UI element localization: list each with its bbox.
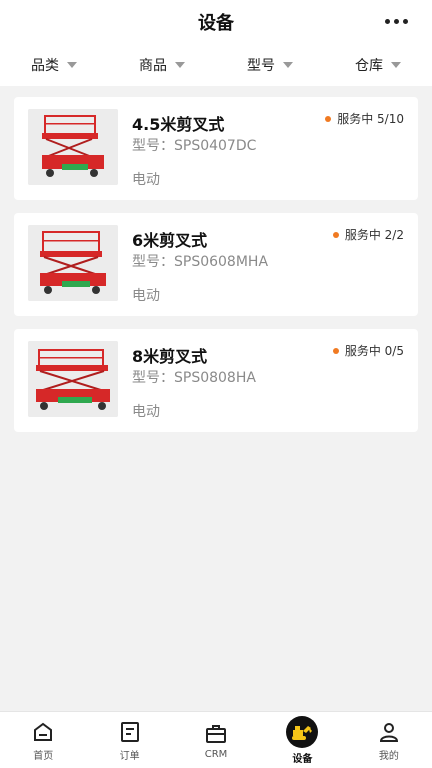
tab-label: 设备 bbox=[292, 753, 313, 765]
home-icon bbox=[30, 719, 56, 745]
filter-warehouse[interactable]: 仓库 bbox=[324, 55, 432, 75]
equipment-power: 电动 bbox=[132, 404, 160, 420]
equipment-name: 8米剪叉式 bbox=[132, 347, 208, 366]
user-icon bbox=[376, 719, 402, 745]
status-text: 服务中 2/2 bbox=[344, 228, 404, 242]
briefcase-icon bbox=[203, 721, 229, 747]
dropdown-arrow-icon bbox=[283, 62, 293, 68]
tab-label: 首页 bbox=[33, 750, 54, 762]
scissor-lift-image bbox=[28, 109, 118, 185]
filter-label: 商品 bbox=[139, 58, 167, 74]
status-badge: 服务中 2/2 bbox=[332, 226, 404, 243]
excavator-icon bbox=[286, 715, 319, 748]
tab-label: 订单 bbox=[119, 750, 140, 762]
equipment-card[interactable]: 6米剪叉式 型号：SPS0608MHA 电动 服务中 2/2 bbox=[14, 213, 418, 316]
filter-label: 仓库 bbox=[355, 58, 383, 74]
tab-me[interactable]: 我的 bbox=[346, 712, 432, 768]
equipment-power: 电动 bbox=[132, 172, 160, 188]
status-text: 服务中 5/10 bbox=[337, 112, 404, 126]
order-icon bbox=[117, 719, 143, 745]
scissor-lift-image bbox=[28, 225, 118, 301]
tab-crm[interactable]: CRM bbox=[173, 712, 259, 768]
equipment-model: 型号：SPS0407DC bbox=[132, 138, 257, 154]
tab-orders[interactable]: 订单 bbox=[86, 712, 172, 768]
filter-label: 型号 bbox=[247, 58, 275, 74]
title-bar: 设备 bbox=[0, 0, 432, 44]
equipment-card[interactable]: 4.5米剪叉式 型号：SPS0407DC 电动 服务中 5/10 bbox=[14, 97, 418, 200]
dropdown-arrow-icon bbox=[391, 62, 401, 68]
equipment-name: 6米剪叉式 bbox=[132, 231, 208, 250]
filter-label: 品类 bbox=[31, 58, 59, 74]
page-title: 设备 bbox=[198, 13, 234, 34]
status-badge: 服务中 0/5 bbox=[332, 342, 404, 359]
filter-model[interactable]: 型号 bbox=[216, 55, 324, 75]
equipment-model: 型号：SPS0808HA bbox=[132, 370, 256, 386]
equipment-power: 电动 bbox=[132, 288, 160, 304]
tab-home[interactable]: 首页 bbox=[0, 712, 86, 768]
status-dot-icon bbox=[332, 347, 339, 354]
status-text: 服务中 0/5 bbox=[344, 344, 404, 358]
dropdown-arrow-icon bbox=[67, 62, 77, 68]
status-badge: 服务中 5/10 bbox=[325, 110, 404, 127]
bottom-tab-bar: 首页 订单 CRM 设备 我的 bbox=[0, 711, 432, 768]
scissor-lift-image bbox=[28, 341, 118, 417]
filter-bar: 品类 商品 型号 仓库 bbox=[0, 44, 432, 86]
equipment-card[interactable]: 8米剪叉式 型号：SPS0808HA 电动 服务中 0/5 bbox=[14, 329, 418, 432]
dropdown-arrow-icon bbox=[175, 62, 185, 68]
tab-equipment[interactable]: 设备 bbox=[259, 712, 345, 768]
status-dot-icon bbox=[325, 115, 332, 122]
status-dot-icon bbox=[332, 231, 339, 238]
equipment-list: 4.5米剪叉式 型号：SPS0407DC 电动 服务中 5/10 6米剪叉式 型… bbox=[14, 97, 418, 445]
filter-product[interactable]: 商品 bbox=[108, 55, 216, 75]
equipment-name: 4.5米剪叉式 bbox=[132, 115, 225, 134]
equipment-model: 型号：SPS0608MHA bbox=[132, 254, 269, 270]
more-icon[interactable] bbox=[385, 19, 408, 24]
filter-category[interactable]: 品类 bbox=[0, 55, 108, 75]
tab-label: 我的 bbox=[378, 750, 399, 762]
tab-label: CRM bbox=[204, 748, 228, 760]
header: 设备 品类 商品 型号 仓库 bbox=[0, 0, 432, 86]
